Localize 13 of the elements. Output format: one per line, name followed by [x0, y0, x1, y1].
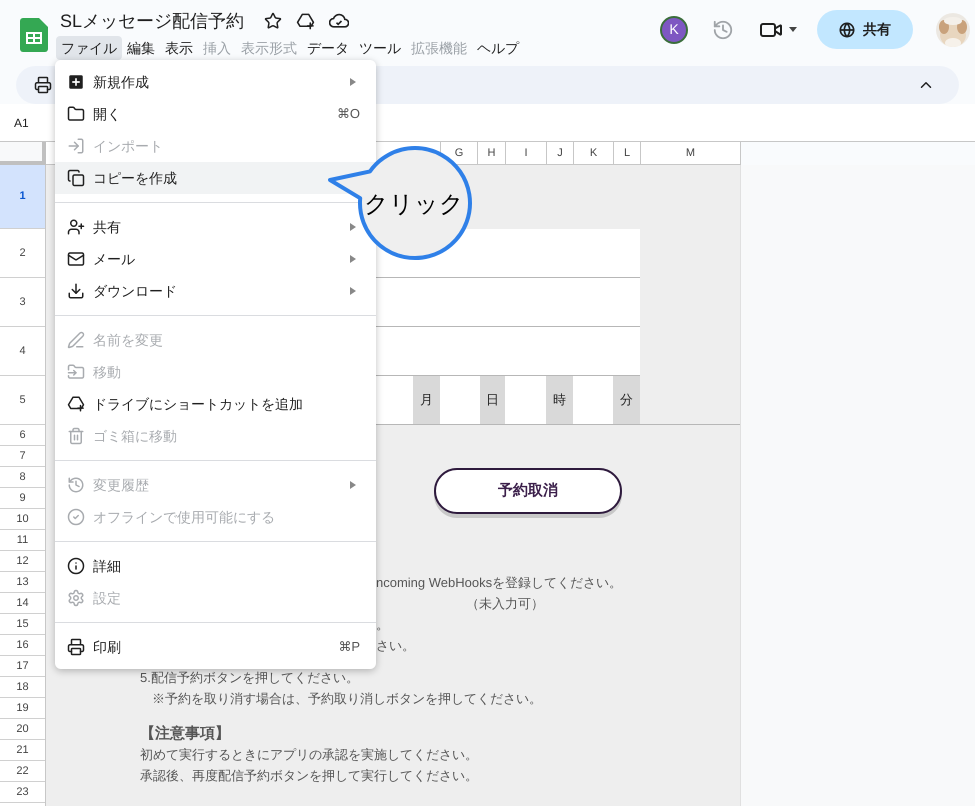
unit-label: 日 [480, 376, 505, 424]
instruction-text: （未入力可） [466, 596, 544, 611]
section-heading: 【注意事項】 [140, 725, 230, 742]
unit-label: 時 [546, 376, 573, 424]
instruction-text: 承認後、再度配信予約ボタンを押して実行してください。 [140, 768, 478, 783]
unit-label: 分 [613, 376, 640, 424]
instruction-text: 。 [376, 617, 389, 632]
instruction-text: 初めて実行するときにアプリの承認を実施してください。 [140, 747, 478, 762]
unit-label: 月 [413, 376, 440, 424]
instruction-text: さい。 [376, 638, 415, 653]
instruction-text: 5.配信予約ボタンを押してください。 [140, 670, 359, 685]
instruction-text: ※予約を取り消す場合は、予約取り消しボタンを押してください。 [152, 691, 542, 706]
instruction-text: ncoming WebHooksを登録してください。 [376, 575, 622, 590]
